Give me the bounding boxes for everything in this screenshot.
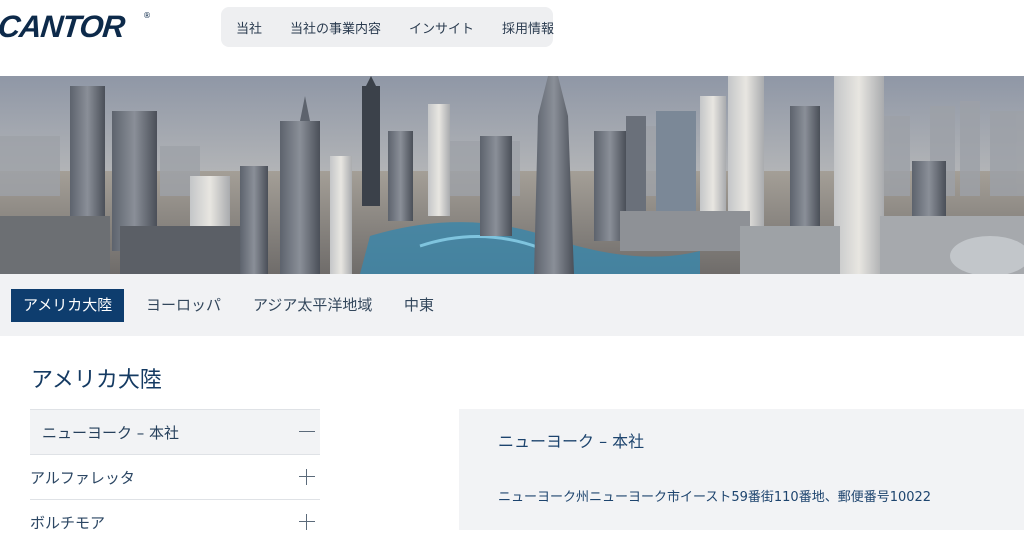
minus-icon[interactable] (298, 423, 316, 441)
office-item-label: ボルチモア (30, 513, 106, 532)
registered-mark: ® (143, 11, 151, 20)
hero-skyline-image (0, 76, 1024, 274)
plus-icon[interactable] (298, 513, 316, 531)
office-detail-title: ニューヨーク – 本社 (498, 432, 645, 451)
section-title: アメリカ大陸 (31, 368, 162, 393)
tab-europe[interactable]: ヨーロッパ (146, 289, 221, 322)
office-item-baltimore[interactable]: ボルチモア (30, 499, 320, 544)
office-item-label: ニューヨーク – 本社 (42, 423, 180, 442)
plus-icon[interactable] (298, 468, 316, 486)
tab-asia-pacific[interactable]: アジア太平洋地域 (253, 289, 372, 322)
office-detail-panel: ニューヨーク – 本社 ニューヨーク州ニューヨーク市イースト59番街110番地、… (459, 409, 1024, 530)
office-item-new-york[interactable]: ニューヨーク – 本社 (30, 409, 320, 454)
tab-americas[interactable]: アメリカ大陸 (11, 289, 125, 322)
nav-item-careers[interactable]: 採用情報 (502, 18, 554, 37)
site-header: CANTOR ® 当社 当社の事業内容 インサイト 採用情報 (0, 0, 1024, 76)
nav-item-about[interactable]: 当社 (236, 18, 262, 37)
main-nav: 当社 当社の事業内容 インサイト 採用情報 (221, 7, 554, 47)
nav-item-business[interactable]: 当社の事業内容 (290, 18, 381, 37)
cantor-logo[interactable]: CANTOR (0, 9, 126, 45)
office-detail-address: ニューヨーク州ニューヨーク市イースト59番街110番地、郵便番号10022 (498, 490, 932, 505)
nav-item-insights[interactable]: インサイト (409, 18, 474, 37)
tab-middle-east[interactable]: 中東 (404, 289, 434, 322)
office-item-label: アルファレッタ (30, 468, 135, 487)
region-tabbar: アメリカ大陸 ヨーロッパ アジア太平洋地域 中東 (0, 274, 1024, 336)
office-item-alpharetta[interactable]: アルファレッタ (30, 454, 320, 499)
office-accordion: ニューヨーク – 本社 アルファレッタ ボルチモア (30, 409, 320, 544)
